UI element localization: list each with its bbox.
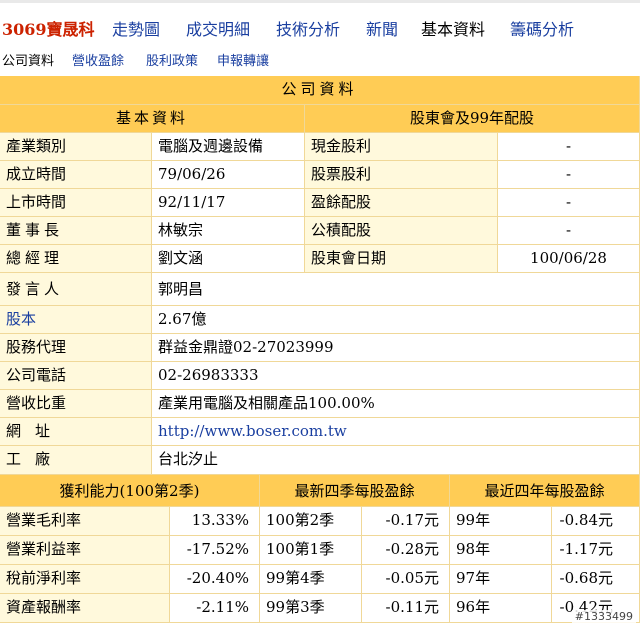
row-value: -1.17元 — [552, 536, 640, 565]
table-row: 稅前淨利率 -20.40% 99第4季 -0.05元 97年 -0.68元 — [0, 565, 640, 594]
tab-trend[interactable]: 走勢圖 — [112, 13, 160, 47]
website-link[interactable]: http://www.boser.com.tw — [152, 418, 640, 446]
tab-trade-detail[interactable]: 成交明細 — [186, 13, 250, 47]
row-label: 公積配股 — [305, 217, 498, 245]
row-value: -20.40% — [170, 565, 260, 594]
row-label: 公司電話 — [0, 362, 152, 390]
section-title-row: 公司資料 — [0, 76, 640, 105]
eps-header-row: 獲利能力(100第2季) 最新四季每股盈餘 最近四年每股盈餘 — [0, 475, 640, 507]
watermark: #1333499 — [571, 610, 636, 623]
row-label: 總經理 — [0, 245, 152, 273]
row-label: 產業類別 — [0, 133, 152, 161]
table-row: 營業毛利率 13.33% 100第2季 -0.17元 99年 -0.84元 — [0, 507, 640, 536]
row-value: - — [498, 189, 640, 217]
row-value: 郭明昌 — [152, 273, 640, 306]
tab-basic-info[interactable]: 基本資料 — [421, 13, 485, 47]
row-label: 股務代理 — [0, 334, 152, 362]
table-row: 股務代理 群益金鼎證02-27023999 — [0, 334, 640, 362]
row-label: 資產報酬率 — [0, 594, 170, 623]
row-value: 100/06/28 — [498, 245, 640, 273]
row-label: 營業利益率 — [0, 536, 170, 565]
table-row: 公司電話 02-26983333 — [0, 362, 640, 390]
subtab-company[interactable]: 公司資料 — [2, 52, 54, 72]
subtab-dividend[interactable]: 股利政策 — [146, 52, 198, 72]
row-value: -0.28元 — [362, 536, 450, 565]
row-label: 網址 — [0, 418, 152, 446]
row-value: 林敏宗 — [152, 217, 305, 245]
table-row: 營業利益率 -17.52% 100第1季 -0.28元 98年 -1.17元 — [0, 536, 640, 565]
row-label: 董事長 — [0, 217, 152, 245]
table-row: 上市時間 92/11/17 盈餘配股 - — [0, 189, 640, 217]
row-value: 02-26983333 — [152, 362, 640, 390]
row-value: 產業用電腦及相關產品100.00% — [152, 390, 640, 418]
row-period: 99年 — [450, 507, 552, 536]
row-label: 營收比重 — [0, 390, 152, 418]
table-row: 成立時間 79/06/26 股票股利 - — [0, 161, 640, 189]
row-label: 股票股利 — [305, 161, 498, 189]
row-value: - — [498, 133, 640, 161]
row-label: 工廠 — [0, 446, 152, 475]
table-row: 資產報酬率 -2.11% 99第3季 -0.11元 96年 -0.42元 — [0, 594, 640, 623]
row-label: 現金股利 — [305, 133, 498, 161]
sub-nav: 公司資料 營收盈餘 股利政策 申報轉讓 — [0, 52, 640, 72]
row-period: 96年 — [450, 594, 552, 623]
table-row: 產業類別 電腦及週邊設備 現金股利 - — [0, 133, 640, 161]
row-label: 盈餘配股 — [305, 189, 498, 217]
row-value: 2.67億 — [152, 306, 640, 334]
row-value: -2.11% — [170, 594, 260, 623]
table-row: 網址 http://www.boser.com.tw — [0, 418, 640, 446]
stock-title[interactable]: 3069寶晟科 — [2, 13, 95, 47]
table-row: 發言人 郭明昌 — [0, 273, 640, 306]
section-title: 公司資料 — [0, 76, 640, 105]
row-value: 79/06/26 — [152, 161, 305, 189]
dividend-header: 股東會及99年配股 — [305, 105, 640, 133]
top-strip — [0, 0, 640, 3]
subtab-transfer[interactable]: 申報轉讓 — [217, 52, 269, 72]
row-label: 發言人 — [0, 273, 152, 306]
row-label: 稅前淨利率 — [0, 565, 170, 594]
row-value: 電腦及週邊設備 — [152, 133, 305, 161]
row-period: 99第4季 — [260, 565, 362, 594]
row-value: -0.68元 — [552, 565, 640, 594]
row-label: 成立時間 — [0, 161, 152, 189]
eps-quarter-header: 最新四季每股盈餘 — [260, 475, 450, 507]
row-value: 群益金鼎證02-27023999 — [152, 334, 640, 362]
profit-header: 獲利能力(100第2季) — [0, 475, 260, 507]
row-label: 上市時間 — [0, 189, 152, 217]
subheader-row: 基本資料 股東會及99年配股 — [0, 105, 640, 133]
tab-technical[interactable]: 技術分析 — [276, 13, 340, 47]
row-value: -17.52% — [170, 536, 260, 565]
tab-chips[interactable]: 籌碼分析 — [510, 13, 574, 47]
row-value: 92/11/17 — [152, 189, 305, 217]
row-value: -0.05元 — [362, 565, 450, 594]
row-value: -0.84元 — [552, 507, 640, 536]
row-value: 13.33% — [170, 507, 260, 536]
row-period: 100第1季 — [260, 536, 362, 565]
capital-link[interactable]: 股本 — [0, 306, 152, 334]
main-nav: 3069寶晟科 走勢圖 成交明細 技術分析 新聞 基本資料 籌碼分析 — [0, 13, 640, 47]
row-value: - — [498, 161, 640, 189]
row-period: 97年 — [450, 565, 552, 594]
row-value: 台北汐止 — [152, 446, 640, 475]
row-period: 98年 — [450, 536, 552, 565]
row-period: 99第3季 — [260, 594, 362, 623]
row-value: 劉文涵 — [152, 245, 305, 273]
table-row: 營收比重 產業用電腦及相關產品100.00% — [0, 390, 640, 418]
table-row: 董事長 林敏宗 公積配股 - — [0, 217, 640, 245]
row-label: 股東會日期 — [305, 245, 498, 273]
row-label: 營業毛利率 — [0, 507, 170, 536]
tab-news[interactable]: 新聞 — [366, 13, 398, 47]
eps-year-header: 最近四年每股盈餘 — [450, 475, 640, 507]
table-row: 股本 2.67億 — [0, 306, 640, 334]
row-value: -0.11元 — [362, 594, 450, 623]
table-row: 工廠 台北汐止 — [0, 446, 640, 475]
row-value: - — [498, 217, 640, 245]
table-row: 總經理 劉文涵 股東會日期 100/06/28 — [0, 245, 640, 273]
row-value: -0.17元 — [362, 507, 450, 536]
row-period: 100第2季 — [260, 507, 362, 536]
subtab-revenue[interactable]: 營收盈餘 — [72, 52, 124, 72]
basic-header: 基本資料 — [0, 105, 305, 133]
